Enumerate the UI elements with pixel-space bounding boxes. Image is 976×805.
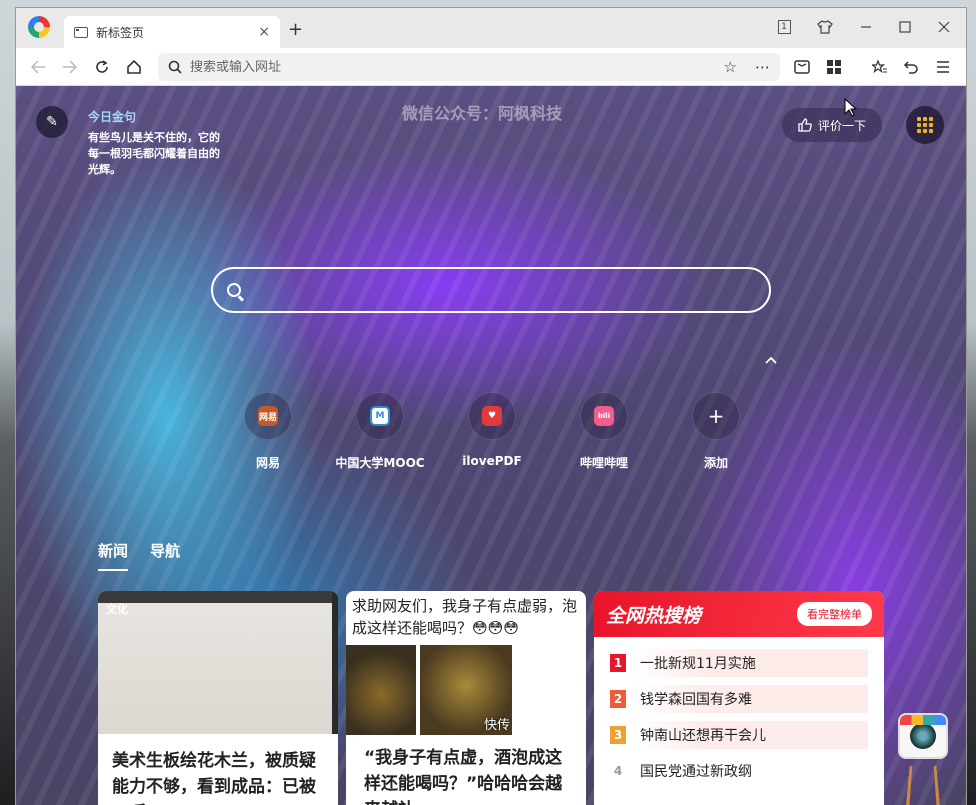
shirt-icon [817,20,833,34]
plus-icon: + [707,404,725,428]
minimize-button[interactable] [852,14,880,40]
view-full-list-button[interactable]: 看完整榜单 [797,602,872,626]
camera-widget-icon[interactable] [898,713,948,759]
mooc-icon: M [370,406,390,426]
news-card[interactable]: 文化 美术生板绘花木兰，被质疑能力不够，看到成品：已被二呼 [98,591,338,805]
apps-menu-button[interactable] [906,106,944,144]
news-title: “我身子有点虚，酒泡成这样还能喝吗？”哈哈哈会越来越补 [364,748,563,805]
hot-item[interactable]: 1 一批新规11月实施 [610,645,868,681]
tab-bar: 新标签页 × + 1 [16,8,966,48]
maximize-button[interactable] [891,14,919,40]
grid-icon [827,60,841,74]
netease-icon: 网易 [258,406,278,426]
shortcut-label: 中国大学MOOC [335,456,425,470]
reload-icon [96,60,108,73]
hot-item[interactable]: 4 国民党通过新政纲 [610,753,868,789]
rate-label: 评价一下 [818,118,867,133]
skin-button[interactable] [811,14,839,40]
search-icon [227,283,241,297]
tripod-decoration [905,765,941,805]
address-field[interactable]: ☆ ⋯ [158,53,780,81]
shortcut-bilibili[interactable]: bili 哔哩哔哩 [559,392,649,471]
hot-item[interactable]: 3 钟南山还想再干会儿 [610,717,868,753]
shortcut-netease[interactable]: 网易 网易 [223,392,313,471]
apps-grid-button[interactable] [822,56,846,78]
book-icon [794,60,810,74]
home-button[interactable] [122,56,146,78]
favorites-button[interactable] [868,56,892,78]
hot-item[interactable]: 2 钱学森回国有多难 [610,681,868,717]
category-tag: 文化 [106,603,128,616]
more-icon[interactable]: ⋯ [755,58,770,76]
tab-count-button[interactable]: 1 [770,14,798,40]
address-bar: ☆ ⋯ [16,48,966,86]
new-tab-button[interactable]: + [288,19,303,40]
search-icon [168,60,182,74]
news-title: 美术生板绘花木兰，被质疑能力不够，看到成品：已被二呼 [112,751,316,805]
quote-title: 今日金句 [88,110,137,124]
collapse-chevron-icon[interactable] [765,352,777,368]
news-images: 快传 [346,645,586,735]
maximize-icon [899,21,911,33]
image-overlay-label: 快传 [484,718,511,733]
tab-navigation[interactable]: 导航 [150,540,180,571]
menu-button[interactable] [931,56,955,78]
news-snippet: 求助网友们，我身子有点虚弱，泡成这样还能喝吗？😳😳😳 [352,597,578,637]
shortcut-mooc[interactable]: M 中国大学MOOC [335,392,425,471]
tab-news[interactable]: 新闻 [98,540,129,571]
tab-count-icon: 1 [777,20,791,34]
rate-button[interactable]: 评价一下 [782,108,883,142]
bilibili-icon: bili [594,406,614,426]
close-window-button[interactable] [930,14,958,40]
hot-search-panel: 全网热搜榜 看完整榜单 1 一批新规11月实施 2 钱学森回国有多难 3 钟南山… [594,591,884,805]
browser-logo-icon[interactable] [28,16,50,38]
favorites-list-icon [872,60,887,74]
close-tab-icon[interactable]: × [258,24,270,40]
mouse-cursor-icon [844,98,858,117]
forward-button[interactable] [58,56,82,78]
tab-title: 新标签页 [96,25,145,40]
arrow-left-icon [30,60,45,74]
reload-button[interactable] [90,56,114,78]
news-tabs: 新闻 导航 [98,540,180,571]
shortcut-label: 添加 [703,456,728,470]
shortcut-label: 哔哩哔哩 [579,456,628,470]
tab-new-tab[interactable]: 新标签页 × [64,16,280,48]
back-button[interactable] [26,56,50,78]
quill-icon[interactable]: ✎ [36,106,68,138]
minimize-icon [861,26,871,28]
home-icon [127,59,141,74]
star-icon[interactable]: ☆ [724,58,737,76]
undo-button[interactable] [899,56,923,78]
shortcut-ilovepdf[interactable]: ♥ ilovePDF [447,392,537,468]
shortcut-add[interactable]: + 添加 [671,392,761,471]
news-image [98,591,338,734]
hot-search-title: 全网热搜榜 [606,604,702,627]
address-input[interactable] [190,59,714,75]
ilovepdf-icon: ♥ [482,406,502,426]
news-card[interactable]: 求助网友们，我身子有点虚弱，泡成这样还能喝吗？😳😳😳 快传 “我身子有点虚，酒泡… [346,591,586,805]
thumbs-up-icon [798,118,812,132]
page-icon [74,26,88,38]
arrow-right-icon [63,60,78,74]
hamburger-icon [937,61,949,73]
undo-icon [903,61,918,74]
quote-text: 有些鸟儿是关不住的，它的每一根羽毛都闪耀着自由的光辉。 [88,131,220,176]
browser-window: 新标签页 × + 1 搜索或输入网址 ☆ ⋯ ✎ 今日金句 有些鸟儿是关不住的，… [16,8,966,805]
search-box[interactable] [211,267,771,313]
shortcut-label: 网易 [255,456,280,470]
reader-button[interactable] [790,56,814,78]
new-tab-content: ✎ 今日金句 有些鸟儿是关不住的，它的每一根羽毛都闪耀着自由的光辉。 微信公众号… [16,86,966,805]
watermark-text: 微信公众号：阿枫科技 [402,104,563,123]
close-icon [938,21,950,33]
shortcut-label: ilovePDF [462,454,522,468]
